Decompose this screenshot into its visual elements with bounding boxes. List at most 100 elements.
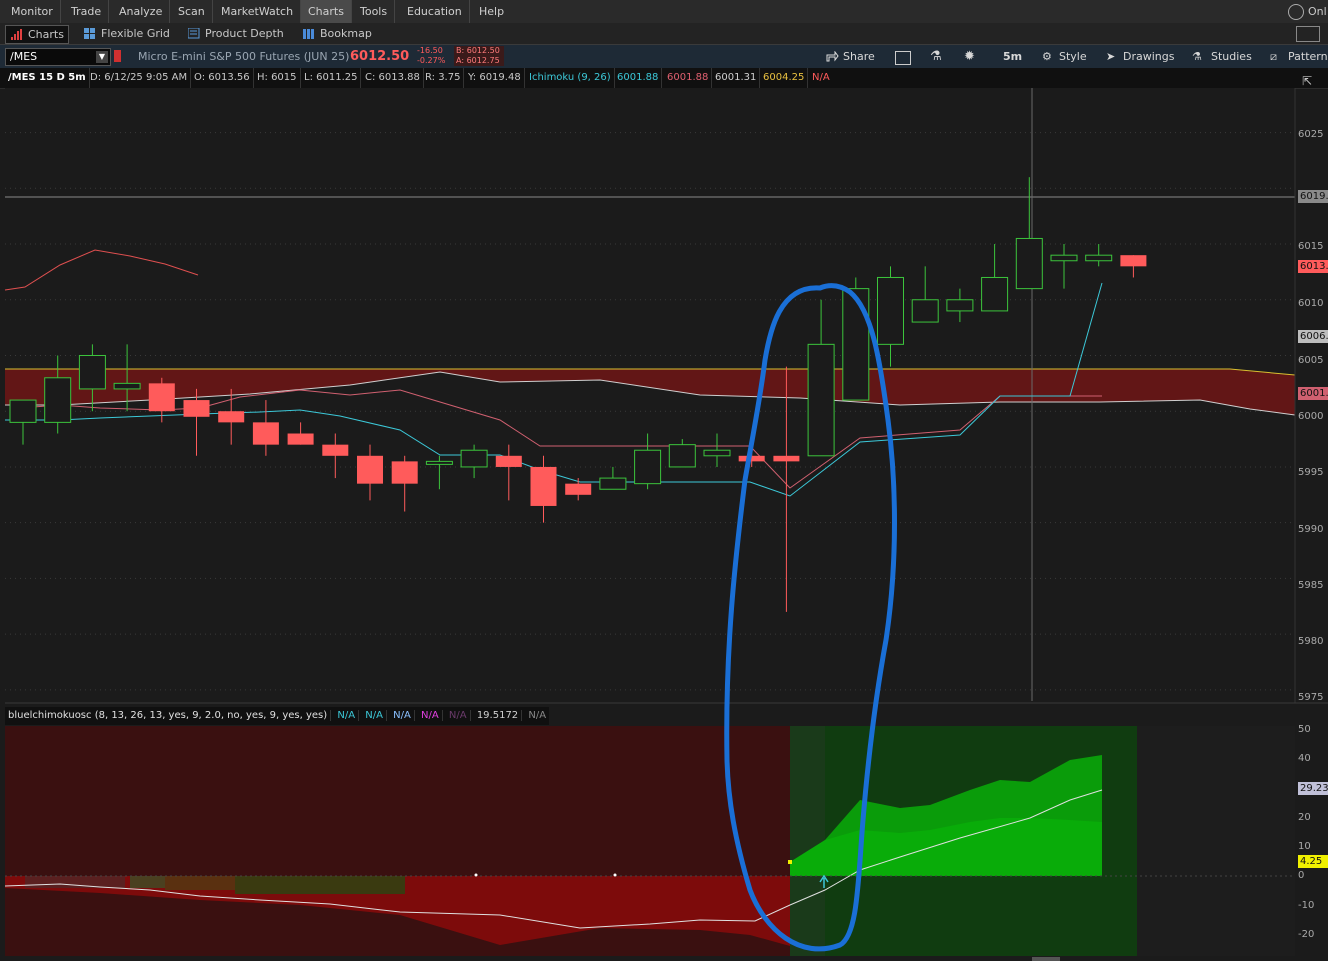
tab-product-depth-label: Product Depth — [205, 27, 284, 40]
osc-tick-10: 10 — [1298, 841, 1311, 852]
drawings-label: Drawings — [1123, 50, 1175, 63]
info-high: H: 6015 — [254, 68, 301, 88]
candle-down[interactable] — [252, 422, 279, 445]
price-change: -16.50 -0.27% — [417, 46, 445, 66]
candle-up[interactable] — [807, 343, 835, 457]
menu-marketwatch[interactable]: MarketWatch — [214, 0, 302, 23]
flask-icon[interactable]: ⚗ — [930, 48, 942, 65]
candle-up[interactable] — [460, 449, 488, 468]
study-value-2: 6001.88 — [664, 68, 713, 88]
candle-up[interactable] — [634, 449, 662, 485]
candle-down[interactable] — [495, 455, 522, 467]
gear-icon[interactable]: ✹ — [964, 48, 975, 65]
candle-up[interactable] — [9, 399, 37, 423]
candle-up[interactable] — [599, 477, 627, 490]
candle-up[interactable] — [1015, 237, 1043, 290]
kijun-tag: 6001. — [1298, 387, 1328, 400]
price-tick-6010: 6010 — [1298, 298, 1324, 309]
bid-ask: B: 6012.50 A: 6012.75 — [454, 46, 504, 66]
menu-help[interactable]: Help — [472, 0, 511, 23]
candle-up[interactable] — [113, 382, 141, 390]
candle-up[interactable] — [44, 377, 72, 423]
info-range: R: 3.75 — [422, 68, 465, 88]
candle-down[interactable] — [773, 455, 800, 462]
candle-down[interactable] — [287, 433, 314, 445]
candle-down[interactable] — [148, 383, 175, 412]
style-button[interactable]: ⚙ Style — [1042, 48, 1087, 65]
candle-up[interactable] — [425, 460, 453, 465]
candle-up[interactable] — [78, 354, 106, 390]
menu-education[interactable]: Education — [400, 0, 470, 23]
osc-value-4: N/A — [418, 710, 443, 721]
osc-neutral-block-2 — [130, 876, 165, 888]
tab-charts[interactable]: Charts — [5, 25, 69, 44]
tab-flexible-grid[interactable]: Flexible Grid — [79, 25, 174, 42]
tab-flexible-grid-label: Flexible Grid — [101, 27, 170, 40]
patterns-label: Patterns — [1288, 50, 1328, 63]
grid-icon — [84, 28, 95, 39]
price-tick-6005: 6005 — [1298, 355, 1324, 366]
candle-down[interactable] — [391, 461, 418, 484]
osc-marker-tag: 4.25 — [1298, 855, 1328, 868]
candle-down[interactable] — [183, 400, 210, 417]
candle-down[interactable] — [565, 483, 592, 495]
osc-transition-background — [790, 726, 825, 956]
price-tick-5990: 5990 — [1298, 524, 1324, 535]
study-value-4: 6004.25 — [760, 68, 809, 88]
candle-up[interactable] — [1085, 254, 1113, 262]
candle-up[interactable] — [842, 288, 870, 401]
alert-flag-icon[interactable] — [114, 50, 121, 62]
senkou-b-tag: 6006. — [1298, 330, 1328, 343]
candle-up[interactable] — [981, 276, 1009, 312]
tab-product-depth[interactable]: Product Depth — [183, 25, 288, 42]
candle-up[interactable] — [703, 449, 731, 457]
menu-trade[interactable]: Trade — [64, 0, 110, 23]
scroll-handle[interactable] — [1032, 957, 1060, 961]
candle-up[interactable] — [668, 444, 696, 468]
candle-down[interactable] — [218, 411, 245, 423]
candle-up[interactable] — [877, 276, 904, 345]
online-label: Onl — [1308, 5, 1327, 18]
candle-down[interactable] — [322, 444, 349, 456]
symbol-input[interactable]: /MES ▼ — [5, 48, 111, 66]
oscillator-header: bluelchimokuosc (8, 13, 26, 13, yes, 9, … — [5, 707, 550, 725]
crosshair-price-tag: 6019. — [1298, 190, 1328, 203]
osc-dot-1 — [474, 873, 478, 877]
price-chart[interactable] — [0, 88, 1328, 961]
info-y: Y: 6019.48 — [465, 68, 525, 88]
menu-tools[interactable]: Tools — [353, 0, 396, 23]
share-button[interactable]: Share — [826, 48, 875, 65]
osc-neutral-block-1 — [25, 876, 125, 888]
bookmap-icon — [303, 29, 314, 39]
tab-bookmap-label: Bookmap — [320, 27, 372, 40]
share-icon — [826, 51, 839, 62]
candle-down[interactable] — [530, 466, 557, 506]
screenshot-icon[interactable] — [895, 51, 911, 65]
info-open: O: 6013.56 — [191, 68, 254, 88]
candle-up[interactable] — [946, 299, 974, 312]
price-tick-5985: 5985 — [1298, 580, 1324, 591]
menu-charts[interactable]: Charts — [301, 0, 352, 23]
patterns-button[interactable]: ⧄ Patterns — [1270, 48, 1328, 65]
osc-value-3: N/A — [390, 710, 415, 721]
studies-button[interactable]: ⚗ Studies — [1192, 48, 1252, 65]
clock-icon[interactable] — [1288, 4, 1304, 20]
candle-down[interactable] — [357, 455, 383, 484]
info-close: C: 6013.88 — [362, 68, 424, 88]
candle-up[interactable] — [1050, 254, 1078, 262]
price-tick-5975: 5975 — [1298, 692, 1324, 703]
chevron-down-icon[interactable]: ▼ — [96, 51, 108, 63]
tab-bar: Charts Flexible Grid Product Depth Bookm… — [0, 23, 1328, 45]
oscillator-name: bluelchimokuosc (8, 13, 26, 13, yes, 9, … — [5, 710, 332, 721]
window-icon[interactable] — [1296, 26, 1320, 42]
tab-bookmap[interactable]: Bookmap — [298, 25, 376, 42]
menu-monitor[interactable]: Monitor — [4, 0, 61, 23]
menu-analyze[interactable]: Analyze — [112, 0, 171, 23]
candle-up[interactable] — [911, 299, 939, 323]
bid-value: B: 6012.50 — [456, 46, 500, 55]
menu-scan[interactable]: Scan — [171, 0, 213, 23]
osc-neutral-block-4 — [235, 876, 405, 894]
drawings-button[interactable]: ➤ Drawings — [1106, 48, 1174, 65]
interval-selector[interactable]: 5m — [1003, 48, 1022, 65]
candle-down[interactable] — [1120, 255, 1147, 267]
